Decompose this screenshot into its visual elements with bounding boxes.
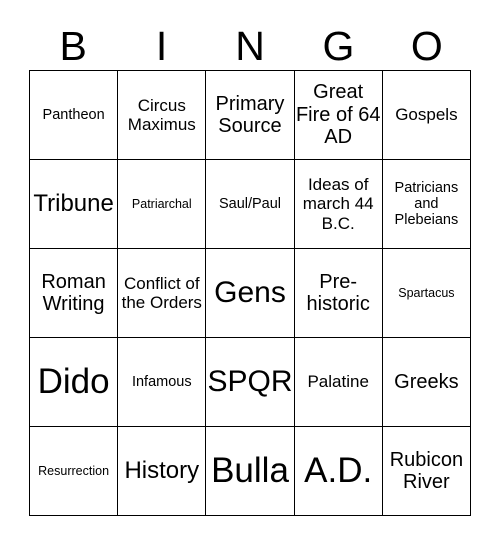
bingo-cell[interactable]: Pantheon (30, 71, 119, 160)
bingo-cell[interactable]: Greeks (382, 338, 471, 427)
bingo-cell[interactable]: Spartacus (382, 249, 471, 338)
bingo-cell-label: Infamous (131, 373, 192, 390)
bingo-cell[interactable]: Dido (30, 338, 119, 427)
bingo-cell-label: Tribune (33, 189, 114, 217)
bingo-cell[interactable]: Ideas of march 44 B.C. (294, 160, 383, 249)
bingo-cell-label: Palatine (307, 372, 369, 392)
bingo-cell[interactable]: Pre-historic (294, 249, 383, 338)
bingo-cell[interactable]: Patricians and Plebeians (382, 160, 471, 249)
bingo-cell[interactable]: Resurrection (30, 427, 119, 516)
bingo-cell-label: Resurrection (38, 464, 110, 478)
bingo-cell[interactable]: Bulla (206, 427, 295, 516)
bingo-cell-label: Roman Writing (41, 270, 106, 315)
bingo-cell-label: A.D. (304, 451, 373, 491)
bingo-cell-label: Dido (37, 362, 110, 402)
bingo-grid: Pantheon Circus Maximus Primary Source Grea… (29, 70, 471, 516)
bingo-cell[interactable]: History (118, 427, 207, 516)
header-letter-n: N (235, 23, 265, 69)
bingo-cell-label: Patricians and Plebeians (394, 179, 459, 229)
bingo-cell[interactable]: Infamous (118, 338, 207, 427)
bingo-cell-label: Ideas of march 44 B.C. (302, 175, 374, 233)
bingo-cell-label: History (124, 456, 200, 484)
bingo-cell[interactable]: Gospels (382, 71, 471, 160)
bingo-cell[interactable]: Primary Source (206, 71, 295, 160)
bingo-cell[interactable]: Roman Writing (30, 249, 119, 338)
bingo-cell-label: Spartacus (398, 286, 455, 300)
header-letter-o: O (410, 23, 443, 69)
bingo-cell[interactable]: Tribune (30, 160, 119, 249)
bingo-cell-label: Saul/Paul (218, 195, 282, 212)
bingo-cell[interactable]: Conflict of the Orders (118, 249, 207, 338)
bingo-cell[interactable]: Rubicon River (382, 427, 471, 516)
bingo-cell-label: Greeks (394, 370, 459, 393)
bingo-cell-label: Great Fire of 64 AD (295, 81, 381, 149)
bingo-cell[interactable]: Circus Maximus (118, 71, 207, 160)
bingo-cell-label: Conflict of the Orders (121, 273, 202, 312)
header-letter-b: B (59, 23, 87, 69)
bingo-cell-label: Patriarchal (131, 197, 192, 211)
bingo-cell-label: Pantheon (42, 106, 105, 123)
bingo-cell-label: Rubicon River (389, 448, 464, 493)
bingo-cell[interactable]: Saul/Paul (206, 160, 295, 249)
header-letter-i: I (155, 23, 168, 69)
bingo-cell-label: Pre-historic (306, 270, 370, 315)
bingo-cell[interactable]: A.D. (294, 427, 383, 516)
header-letter-g: G (322, 23, 355, 69)
bingo-cell-label: SPQR (207, 365, 293, 399)
bingo-cell-label: Gens (214, 276, 286, 310)
bingo-cell-label: Primary Source (215, 92, 285, 137)
bingo-card: B I N G O Pantheon Circus Maximus Primary … (0, 0, 500, 544)
bingo-cell-label: Bulla (211, 451, 289, 491)
bingo-cell[interactable]: SPQR (206, 338, 295, 427)
bingo-cell-label: Gospels (395, 105, 458, 125)
bingo-header: B I N G O (29, 22, 471, 70)
bingo-cell[interactable]: Gens (206, 249, 295, 338)
bingo-cell[interactable]: Great Fire of 64 AD (294, 71, 383, 160)
bingo-cell-label: Circus Maximus (127, 95, 196, 134)
bingo-cell[interactable]: Palatine (294, 338, 383, 427)
bingo-cell[interactable]: Patriarchal (118, 160, 207, 249)
